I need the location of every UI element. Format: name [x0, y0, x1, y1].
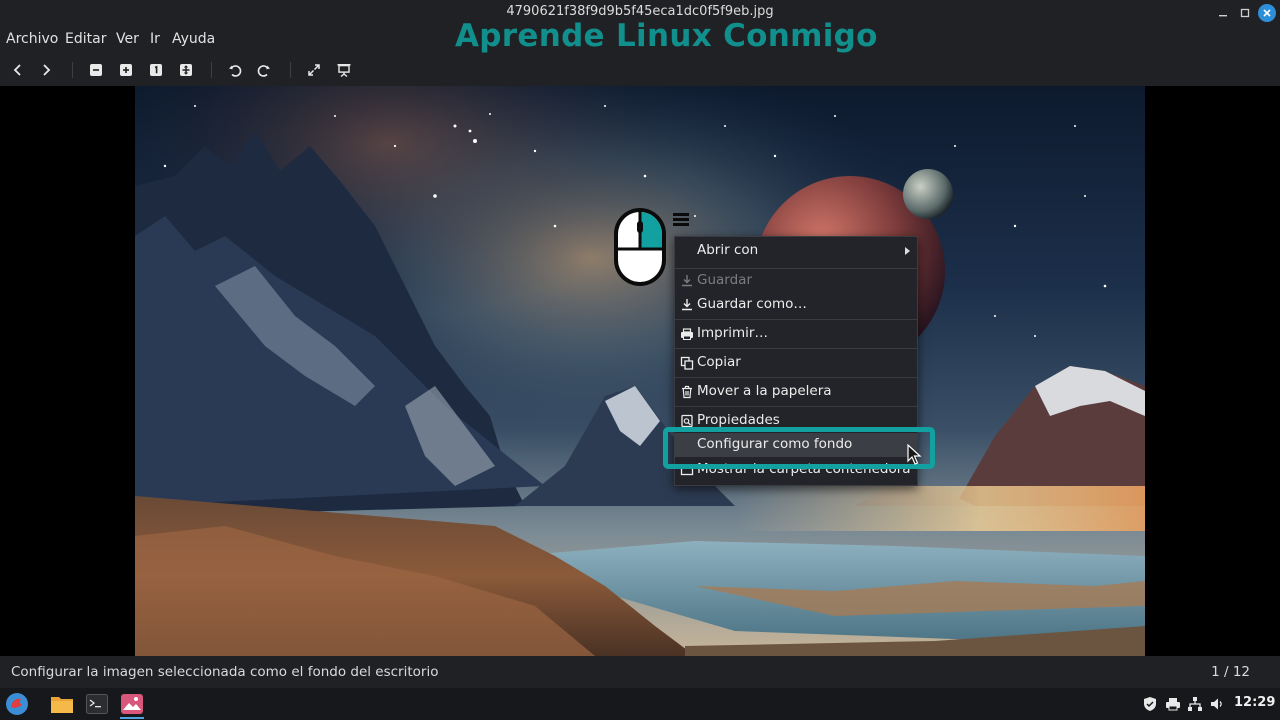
menu-item-mover-papelera[interactable]: Mover a la papelera	[675, 380, 917, 404]
terminal-icon[interactable]	[83, 690, 111, 718]
forward-arrow-icon[interactable]	[36, 60, 56, 80]
menu-item-guardar-como[interactable]: Guardar como…	[675, 293, 917, 317]
taskbar: 12:29	[0, 688, 1280, 720]
window-title: 4790621f38f9d9b5f45eca1dc0f5f9eb.jpg	[506, 4, 774, 19]
properties-icon	[680, 414, 694, 428]
toolbar-separator	[72, 62, 73, 78]
menu-editar[interactable]: Editar	[65, 31, 106, 47]
save-as-icon	[680, 298, 694, 312]
zoom-in-icon[interactable]	[116, 60, 136, 80]
menu-ver[interactable]: Ver	[116, 31, 139, 47]
menu-archivo[interactable]: Archivo	[6, 31, 58, 47]
close-icon[interactable]	[1258, 4, 1276, 22]
trash-icon	[680, 385, 694, 399]
menu-item-imprimir[interactable]: Imprimir…	[675, 322, 917, 346]
menu-item-guardar: Guardar	[675, 269, 917, 293]
menu-icon[interactable]	[3, 690, 31, 718]
volume-icon[interactable]	[1209, 696, 1225, 712]
mouse-pointer-icon	[907, 443, 923, 466]
zoom-original-icon[interactable]	[146, 60, 166, 80]
wallpaper-image[interactable]	[135, 86, 1145, 656]
toolbar-separator	[211, 62, 212, 78]
minimize-icon[interactable]	[1214, 4, 1232, 22]
back-arrow-icon[interactable]	[8, 60, 28, 80]
fullscreen-icon[interactable]	[304, 60, 324, 80]
menu-ayuda[interactable]: Ayuda	[172, 31, 215, 47]
toolbar	[0, 54, 1280, 86]
menu-separator	[675, 406, 917, 407]
toolbar-separator	[290, 62, 291, 78]
menu-item-abrir-con[interactable]: Abrir con	[675, 239, 917, 263]
menu-ir[interactable]: Ir	[150, 31, 160, 47]
rotate-right-icon[interactable]	[254, 60, 274, 80]
slideshow-icon[interactable]	[334, 60, 354, 80]
copy-icon	[680, 356, 694, 370]
zoom-fit-icon[interactable]	[176, 60, 196, 80]
menu-separator	[675, 319, 917, 320]
watermark-text: Aprende Linux Conmigo	[455, 18, 878, 54]
maximize-icon[interactable]	[1236, 4, 1254, 22]
printer-icon[interactable]	[1165, 696, 1181, 712]
zoom-out-icon[interactable]	[86, 60, 106, 80]
menu-separator	[675, 377, 917, 378]
rotate-left-icon[interactable]	[225, 60, 245, 80]
file-manager-icon[interactable]	[48, 690, 76, 718]
menu-separator	[675, 348, 917, 349]
status-bar: Configurar la imagen seleccionada como e…	[0, 656, 1280, 688]
image-counter: 1 / 12	[1211, 664, 1250, 680]
menu-item-copiar[interactable]: Copiar	[675, 351, 917, 375]
image-viewport[interactable]	[0, 86, 1280, 656]
highlight-box	[663, 427, 935, 469]
print-icon	[680, 327, 694, 341]
network-icon[interactable]	[1187, 696, 1203, 712]
image-viewer-icon[interactable]	[118, 690, 146, 719]
shield-icon[interactable]	[1142, 696, 1158, 712]
submenu-arrow-icon	[905, 247, 910, 255]
status-message: Configurar la imagen seleccionada como e…	[11, 664, 439, 680]
save-icon	[680, 274, 694, 288]
clock[interactable]: 12:29	[1234, 695, 1275, 710]
